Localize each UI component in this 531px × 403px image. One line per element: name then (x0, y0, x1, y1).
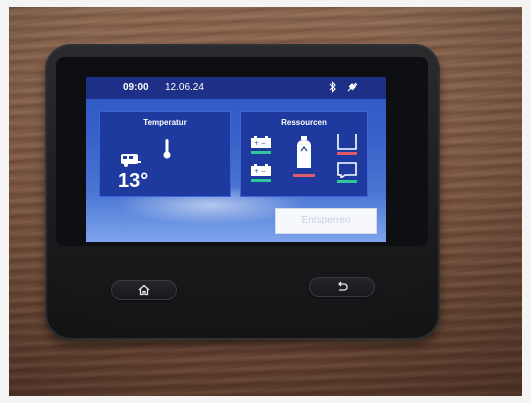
photo-background: 09:00 12.06.24 Temperatur 13° Ressourcen… (9, 7, 522, 396)
bluetooth-icon (329, 81, 336, 93)
power-plug-icon (347, 82, 358, 92)
resources-title: Ressourcen (281, 118, 327, 127)
battery-icon: + − (251, 136, 271, 148)
grey-water-level-bar (337, 180, 357, 183)
resources-tile[interactable]: Ressourcen + − + − (240, 111, 368, 197)
back-arrow-icon (338, 281, 348, 291)
unlock-button[interactable]: Entsperren (275, 208, 377, 234)
home-button[interactable] (111, 280, 177, 300)
battery-level-bar (251, 179, 271, 182)
camper-icon (121, 154, 141, 167)
svg-text:+ −: + − (254, 168, 266, 175)
svg-text:+ −: + − (254, 140, 266, 147)
clock-date: 12.06.24 (165, 82, 204, 93)
status-bar: 09:00 12.06.24 (86, 77, 386, 99)
touch-screen: 09:00 12.06.24 Temperatur 13° Ressourcen… (86, 77, 386, 242)
temperature-tile[interactable]: Temperatur 13° (99, 111, 231, 197)
fresh-water-tank-icon (337, 134, 357, 150)
battery-level-bar (251, 151, 271, 154)
gas-bottle-icon (297, 136, 311, 168)
temperature-value: 13° (118, 170, 149, 192)
temperature-title: Temperatur (143, 118, 187, 127)
grey-water-tank-icon (337, 162, 357, 178)
gas-level-bar (293, 174, 315, 177)
fresh-water-level-bar (337, 152, 357, 155)
battery-icon: + − (251, 164, 271, 176)
control-panel-bezel: 09:00 12.06.24 Temperatur 13° Ressourcen… (45, 44, 440, 340)
back-button[interactable] (309, 277, 375, 297)
thermometer-icon (163, 139, 171, 159)
home-icon (138, 284, 150, 296)
clock-time: 09:00 (123, 82, 149, 93)
